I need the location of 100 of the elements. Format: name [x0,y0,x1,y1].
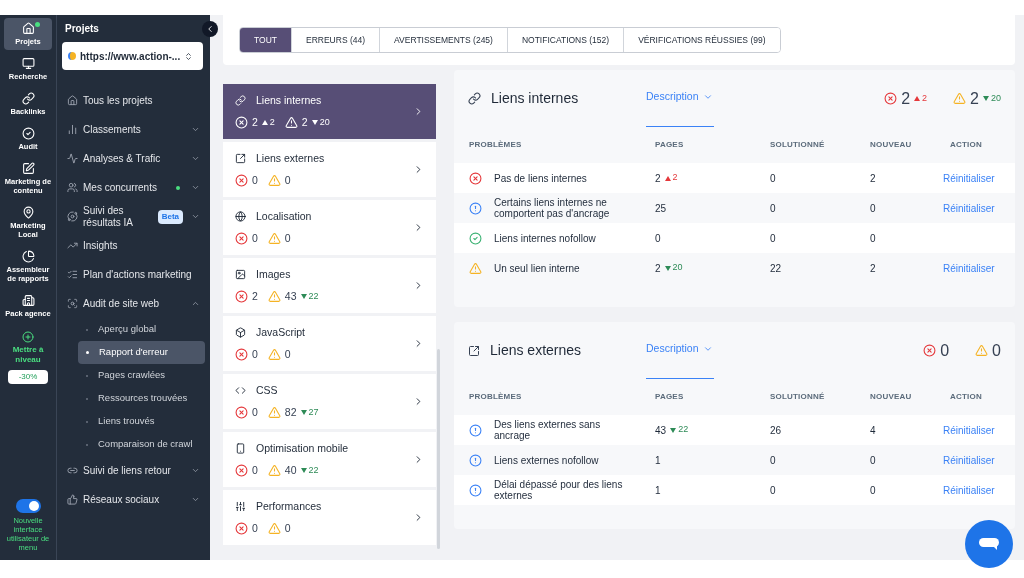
column-header: SOLUTIONNÉ [769,139,826,151]
table-cell-text: 0 [869,201,877,216]
phone-icon [235,443,246,455]
description-dropdown[interactable]: Description [646,322,714,379]
table-cell-text: 1 [655,453,661,468]
error-icon [923,344,937,357]
warning-count: 43 [284,288,297,304]
nav-item[interactable]: Plan d'actions marketing [62,260,205,289]
chevron-up-icon [191,299,200,308]
category-card[interactable]: Localisation 0 0 [223,200,436,255]
column-header: NOUVEAU [869,139,913,151]
link-icon [21,92,35,105]
delta-value: 20 [991,91,1001,105]
table-cell-text: 1 [655,483,661,498]
column-header: PAGES [654,391,685,403]
filter-tab[interactable]: TOUT [240,28,291,52]
upgrade-button[interactable]: Mettre à niveau [2,329,54,367]
category-card[interactable]: Performances 0 0 [223,490,436,545]
reset-link[interactable]: Réinitialiser [943,424,995,436]
error-icon [235,463,248,477]
error-count: 0 [252,172,258,188]
nav-item[interactable]: Insights [62,231,205,260]
reset-link[interactable]: Réinitialiser [943,202,995,214]
nav-item[interactable]: Audit de site web [62,289,205,318]
table-cell-text: 26 [769,423,783,438]
error-icon [235,405,248,419]
description-dropdown[interactable]: Description [646,70,714,127]
scrollbar[interactable] [437,349,440,549]
error-count: 0 [252,346,258,362]
nav-item[interactable]: Suivi de liens retour [62,456,205,485]
subnav-item[interactable]: Aperçu global [78,318,205,341]
problem-text: Un seul lien interne [494,262,580,274]
column-header: SOLUTIONNÉ [769,391,826,403]
link-icon [67,465,78,476]
delta-value: 22 [678,423,689,437]
error-icon [235,521,248,535]
filter-tab[interactable]: VÉRIFICATIONS RÉUSSIES (99) [623,28,780,52]
category-name: Liens internes [256,92,322,108]
nav-item[interactable]: Classements [62,115,205,144]
category-card[interactable]: Liens externes 0 0 [223,142,436,197]
updown-icon [184,51,194,61]
error-count: 0 [252,462,258,478]
subnav-item[interactable]: Ressources trouvées [78,387,205,410]
chevron-down-icon [191,212,200,221]
reset-link[interactable]: Réinitialiser [943,262,995,274]
nav-item[interactable]: Mes concurrents [62,173,205,202]
column-header: PROBLÈMES [468,391,523,403]
subnav-item[interactable]: Rapport d'erreur [78,341,205,364]
problem-text: Des liens externes sans ancrage [494,419,602,441]
category-name: JavaScript [256,324,306,340]
code-icon [235,385,246,397]
category-name: Localisation [256,208,312,224]
reset-link[interactable]: Réinitialiser [943,172,995,184]
warning-icon [267,405,281,419]
warning-count: 0 [284,172,291,188]
nav-item[interactable]: Suivi des résultats IA Beta [62,202,205,231]
warning-icon [975,344,989,357]
category-card[interactable]: Images 2 43 22 [223,258,436,313]
table-cell-text: 0 [869,483,877,498]
table-cell-text: 4 [869,423,877,438]
nav-item[interactable]: Tous les projets [62,86,205,115]
sliders-icon [235,501,246,513]
error-icon [235,231,248,245]
reset-link[interactable]: Réinitialiser [943,484,995,496]
subnav-item[interactable]: Liens trouvés [78,410,205,433]
column-header: PROBLÈMES [468,139,523,151]
category-card[interactable]: Liens internes 2 2 2 20 [223,84,436,139]
nav-item[interactable]: Réseaux sociaux [62,485,205,514]
subnav-item[interactable]: Pages crawlées [78,364,205,387]
delta-value: 22 [308,289,319,303]
error-count: 0 [252,404,258,420]
warning-count: 0 [284,520,291,536]
warning-icon [267,289,281,303]
error-count: 2 [252,114,258,130]
reset-link[interactable]: Réinitialiser [943,454,995,466]
column-header: NOUVEAU [869,391,913,403]
chevron-down-icon [191,154,200,163]
table-cell-text: 43 [655,423,667,438]
error-count: 0 [940,340,950,361]
toggle-switch[interactable] [15,499,41,513]
map-pin-icon [21,206,35,219]
category-card[interactable]: JavaScript 0 0 [223,316,436,371]
category-card[interactable]: CSS 0 82 27 [223,374,436,429]
error-count: 0 [252,520,258,536]
checklist-icon [67,269,78,280]
trend-icon [67,240,78,251]
project-selector[interactable]: https://www.action-... [62,42,203,70]
warning-count: 2 [301,114,308,130]
subnav-item[interactable]: Comparaison de crawl [78,433,205,456]
table-cell-text: 22 [769,261,783,276]
error-icon [884,92,898,105]
nav-item[interactable]: Analyses & Trafic [62,144,205,173]
warning-count: 2 [970,88,979,109]
category-card[interactable]: Optimisation mobile 0 40 22 [223,432,436,487]
collapse-button[interactable] [202,21,218,37]
cube-icon [235,327,246,339]
problem-text: Liens internes nofollow [494,232,596,244]
pie-chart-icon [21,250,35,263]
table-cell-text: 0 [769,201,777,216]
building-icon [21,294,35,307]
